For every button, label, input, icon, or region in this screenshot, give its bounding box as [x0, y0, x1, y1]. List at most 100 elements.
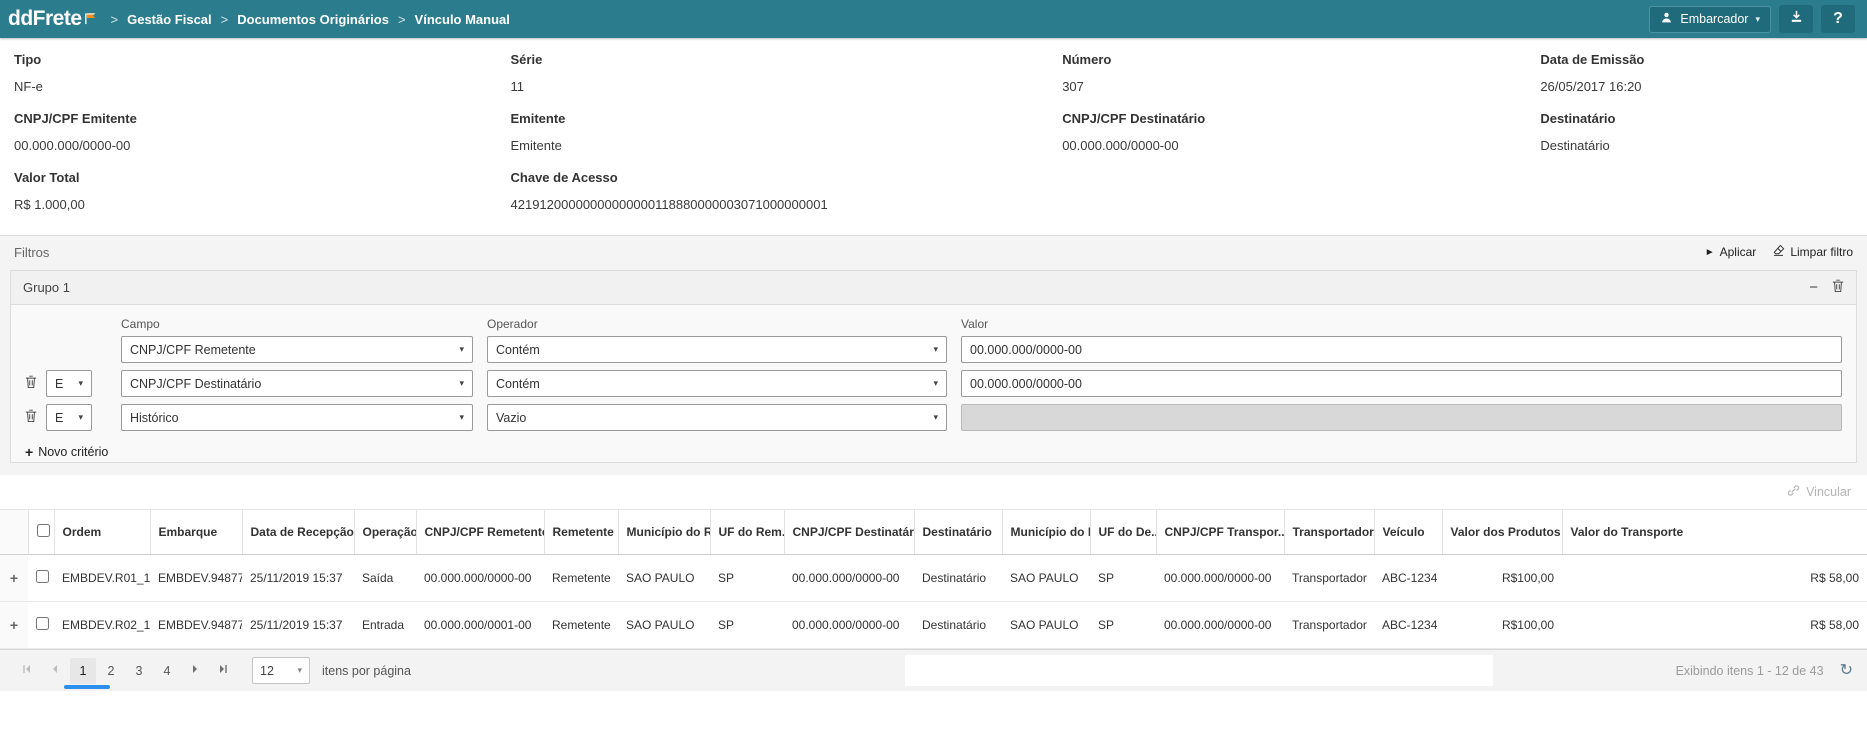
column-header-embarque[interactable]: Embarque	[150, 510, 242, 555]
column-header-cnpj-remetente[interactable]: CNPJ/CPF Remetente	[416, 510, 544, 555]
delete-group-button[interactable]	[1832, 279, 1844, 296]
column-header-municipio-destinatario[interactable]: Município do De...	[1002, 510, 1090, 555]
last-page-button[interactable]	[210, 658, 236, 684]
cell-operacao: Saída	[354, 555, 416, 602]
app-logo-text: ddFrete	[8, 7, 82, 31]
field-cnpj-destinatario: CNPJ/CPF Destinatário 00.000.000/0000-00	[1062, 111, 1540, 153]
row-checkbox[interactable]	[36, 617, 49, 630]
valor-input[interactable]	[961, 370, 1842, 397]
expand-row-button[interactable]: +	[10, 571, 18, 585]
cell-cnpj-transportador: 00.000.000/0000-00	[1156, 555, 1284, 602]
column-header-municipio-remetente[interactable]: Município do Re...	[618, 510, 710, 555]
column-header-remetente[interactable]: Remetente	[544, 510, 618, 555]
help-button[interactable]: ?	[1821, 5, 1855, 33]
valor-input[interactable]	[961, 336, 1842, 363]
operador-select[interactable]: Contém ▾	[487, 336, 947, 363]
operador-select[interactable]: Contém ▾	[487, 370, 947, 397]
app-logo[interactable]: ddFrete	[8, 7, 97, 31]
topbar-actions: Embarcador ▾ ?	[1649, 5, 1855, 33]
new-criteria-label: Novo critério	[38, 445, 108, 459]
cell-uf-destinatario: SP	[1090, 602, 1156, 649]
breadcrumb-item-documentos-originarios[interactable]: Documentos Originários	[237, 12, 389, 27]
column-header-data-recepcao[interactable]: Data de Recepção	[242, 510, 354, 555]
field-value: 00.000.000/0000-00	[1062, 138, 1528, 153]
delete-criteria-button[interactable]	[25, 375, 37, 392]
plus-icon: +	[25, 444, 33, 460]
trash-icon	[25, 409, 37, 426]
filters-header: Filtros ► Aplicar Limpar filtro	[0, 236, 1867, 268]
column-header-valor-transporte[interactable]: Valor do Transporte	[1562, 510, 1867, 555]
cell-data-recepcao: 25/11/2019 15:37	[242, 555, 354, 602]
table-row: + EMBDEV.R01_13 EMBDEV.94877 25/11/2019 …	[0, 555, 1867, 602]
chevron-down-icon: ▾	[459, 344, 464, 355]
vincular-button[interactable]: Vincular	[1787, 484, 1851, 500]
field-label: Chave de Acesso	[511, 170, 1051, 185]
breadcrumb-separator: >	[111, 12, 119, 27]
field-value: 11	[511, 79, 1051, 94]
select-all-checkbox[interactable]	[37, 524, 50, 537]
field-label: CNPJ/CPF Emitente	[14, 111, 499, 126]
user-menu-button[interactable]: Embarcador ▾	[1649, 6, 1771, 33]
field-cnpj-emitente: CNPJ/CPF Emitente 00.000.000/0000-00	[14, 111, 511, 153]
page-button-1[interactable]: 1	[70, 658, 96, 684]
campo-select[interactable]: Histórico ▾	[121, 404, 473, 431]
column-header-ordem[interactable]: Ordem	[54, 510, 150, 555]
criteria-row: E ▾ Histórico ▾ Vazio ▾	[11, 404, 1856, 431]
first-page-button[interactable]	[14, 658, 40, 684]
expand-cell: +	[0, 602, 28, 649]
operador-select-value: Contém	[496, 377, 540, 391]
criteria-column-headers: Campo Operador Valor	[11, 317, 1856, 331]
delete-criteria-button[interactable]	[25, 409, 37, 426]
connector-select[interactable]: E ▾	[46, 404, 92, 431]
cell-operacao: Entrada	[354, 602, 416, 649]
breadcrumb-item-gestao-fiscal[interactable]: Gestão Fiscal	[127, 12, 212, 27]
field-value: Destinatário	[1540, 138, 1841, 153]
refresh-button[interactable]: ↻	[1840, 663, 1853, 679]
row-select-cell	[28, 602, 54, 649]
column-header-transportador[interactable]: Transportador	[1284, 510, 1374, 555]
select-all-header	[28, 510, 54, 555]
cell-transportador: Transportador	[1284, 555, 1374, 602]
connector-select-value: E	[55, 377, 63, 391]
cell-uf-remetente: SP	[710, 555, 784, 602]
column-header-uf-remetente[interactable]: UF do Rem...	[710, 510, 784, 555]
collapse-group-button[interactable]: −	[1809, 280, 1818, 295]
campo-select[interactable]: CNPJ/CPF Destinatário ▾	[121, 370, 473, 397]
column-header-cnpj-destinatario[interactable]: CNPJ/CPF Destinatário	[784, 510, 914, 555]
cell-valor-produtos: R$100,00	[1442, 555, 1562, 602]
apply-filter-button[interactable]: ► Aplicar	[1705, 245, 1757, 259]
download-button[interactable]	[1779, 5, 1813, 33]
breadcrumb-item-vinculo-manual: Vínculo Manual	[415, 12, 510, 27]
clear-filter-button[interactable]: Limpar filtro	[1772, 244, 1853, 260]
trash-icon	[25, 375, 37, 392]
connector-select[interactable]: E ▾	[46, 370, 92, 397]
column-header-cnpj-transportador[interactable]: CNPJ/CPF Transpor...	[1156, 510, 1284, 555]
column-header-destinatario[interactable]: Destinatário	[914, 510, 1002, 555]
previous-page-button[interactable]	[42, 658, 68, 684]
cell-uf-destinatario: SP	[1090, 555, 1156, 602]
page-button-2[interactable]: 2	[98, 658, 124, 684]
breadcrumb: > Gestão Fiscal > Documentos Originários…	[111, 12, 510, 27]
row-checkbox[interactable]	[36, 570, 49, 583]
cell-destinatario: Destinatário	[914, 555, 1002, 602]
page-button-3[interactable]: 3	[126, 658, 152, 684]
field-destinatario: Destinatário Destinatário	[1540, 111, 1853, 153]
field-label: Tipo	[14, 52, 499, 67]
horizontal-scrollbar-thumb[interactable]	[64, 685, 110, 689]
column-header-veiculo[interactable]: Veículo	[1374, 510, 1442, 555]
column-header-valor-produtos[interactable]: Valor dos Produtos	[1442, 510, 1562, 555]
page-button-4[interactable]: 4	[154, 658, 180, 684]
operador-select[interactable]: Vazio ▾	[487, 404, 947, 431]
campo-select[interactable]: CNPJ/CPF Remetente ▾	[121, 336, 473, 363]
next-page-button[interactable]	[182, 658, 208, 684]
column-header-operacao[interactable]: Operação	[354, 510, 416, 555]
field-emitente: Emitente Emitente	[511, 111, 1063, 153]
apply-filter-label: Aplicar	[1720, 245, 1757, 259]
new-criteria-button[interactable]: + Novo critério	[25, 444, 108, 460]
connector-select-value: E	[55, 411, 63, 425]
column-header-uf-destinatario[interactable]: UF do De...	[1090, 510, 1156, 555]
expand-row-button[interactable]: +	[10, 618, 18, 632]
page-size-select[interactable]: 12 ▾	[252, 657, 310, 684]
campo-select-value: Histórico	[130, 411, 179, 425]
first-page-icon	[21, 663, 33, 678]
